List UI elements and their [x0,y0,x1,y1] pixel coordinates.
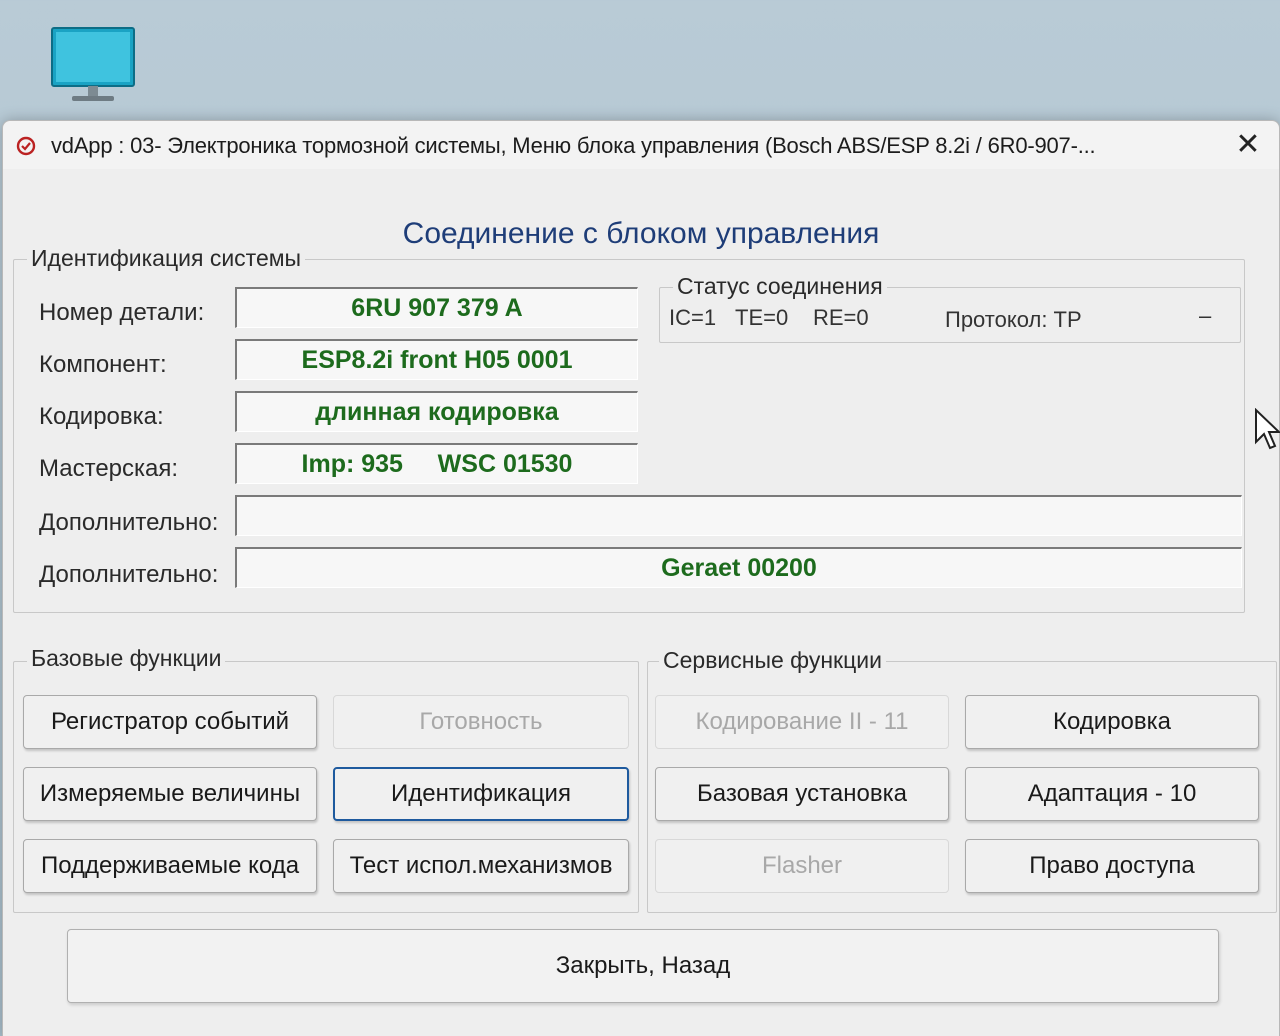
additional-field-2: Geraet 00200 [235,547,1242,588]
additional-label-1: Дополнительно: [39,509,219,536]
app-logo-icon [15,135,37,157]
close-back-button[interactable]: Закрыть, Назад [67,929,1219,1003]
event-log-button[interactable]: Регистратор событий [23,695,317,749]
coding-button[interactable]: Кодировка [965,695,1259,749]
component-field: ESP8.2i front H05 0001 [235,339,638,380]
computer-desktop-icon[interactable] [50,26,136,104]
close-window-button[interactable]: ✕ [1227,127,1269,163]
additional-field-1 [235,495,1242,536]
status-indicator: – [1199,303,1212,328]
service-functions-legend: Сервисные функции [659,647,886,674]
identification-button[interactable]: Идентификация [333,767,629,821]
supported-codes-button[interactable]: Поддерживаемые кода [23,839,317,893]
actuator-test-button[interactable]: Тест испол.механизмов [333,839,629,893]
flasher-button[interactable]: Flasher [655,839,949,893]
system-identification-legend: Идентификация системы [27,245,306,272]
workshop-field: Imp: 935 WSC 01530 [235,443,638,484]
workshop-label: Мастерская: [39,455,179,482]
mouse-pointer-icon [1254,407,1280,452]
component-label: Компонент: [39,351,167,378]
measured-values-button[interactable]: Измеряемые величины [23,767,317,821]
adaptation-button[interactable]: Адаптация - 10 [965,767,1259,821]
additional-label-2: Дополнительно: [39,561,219,588]
coding-label: Кодировка: [39,403,164,430]
coding-field: длинная кодировка [235,391,638,432]
coding-ii-button[interactable]: Кодирование II - 11 [655,695,949,749]
status-te: TE=0 [735,305,789,330]
readiness-button[interactable]: Готовность [333,695,629,749]
access-rights-button[interactable]: Право доступа [965,839,1259,893]
window-title: vdApp : 03- Электроника тормозной систем… [51,133,1096,158]
vdapp-control-unit-window: vdApp : 03- Электроника тормозной систем… [2,120,1280,1036]
basic-functions-legend: Базовые функции [27,645,226,672]
connection-status-legend: Статус соединения [673,273,887,300]
title-bar[interactable]: vdApp : 03- Электроника тормозной систем… [3,121,1279,169]
status-protocol: Протокол: TP [945,307,1082,332]
status-ic: IC=1 [669,305,717,330]
part-number-field: 6RU 907 379 A [235,287,638,328]
part-number-label: Номер детали: [39,299,205,326]
close-icon: ✕ [1235,128,1261,161]
basic-settings-button[interactable]: Базовая установка [655,767,949,821]
status-re: RE=0 [813,305,869,330]
